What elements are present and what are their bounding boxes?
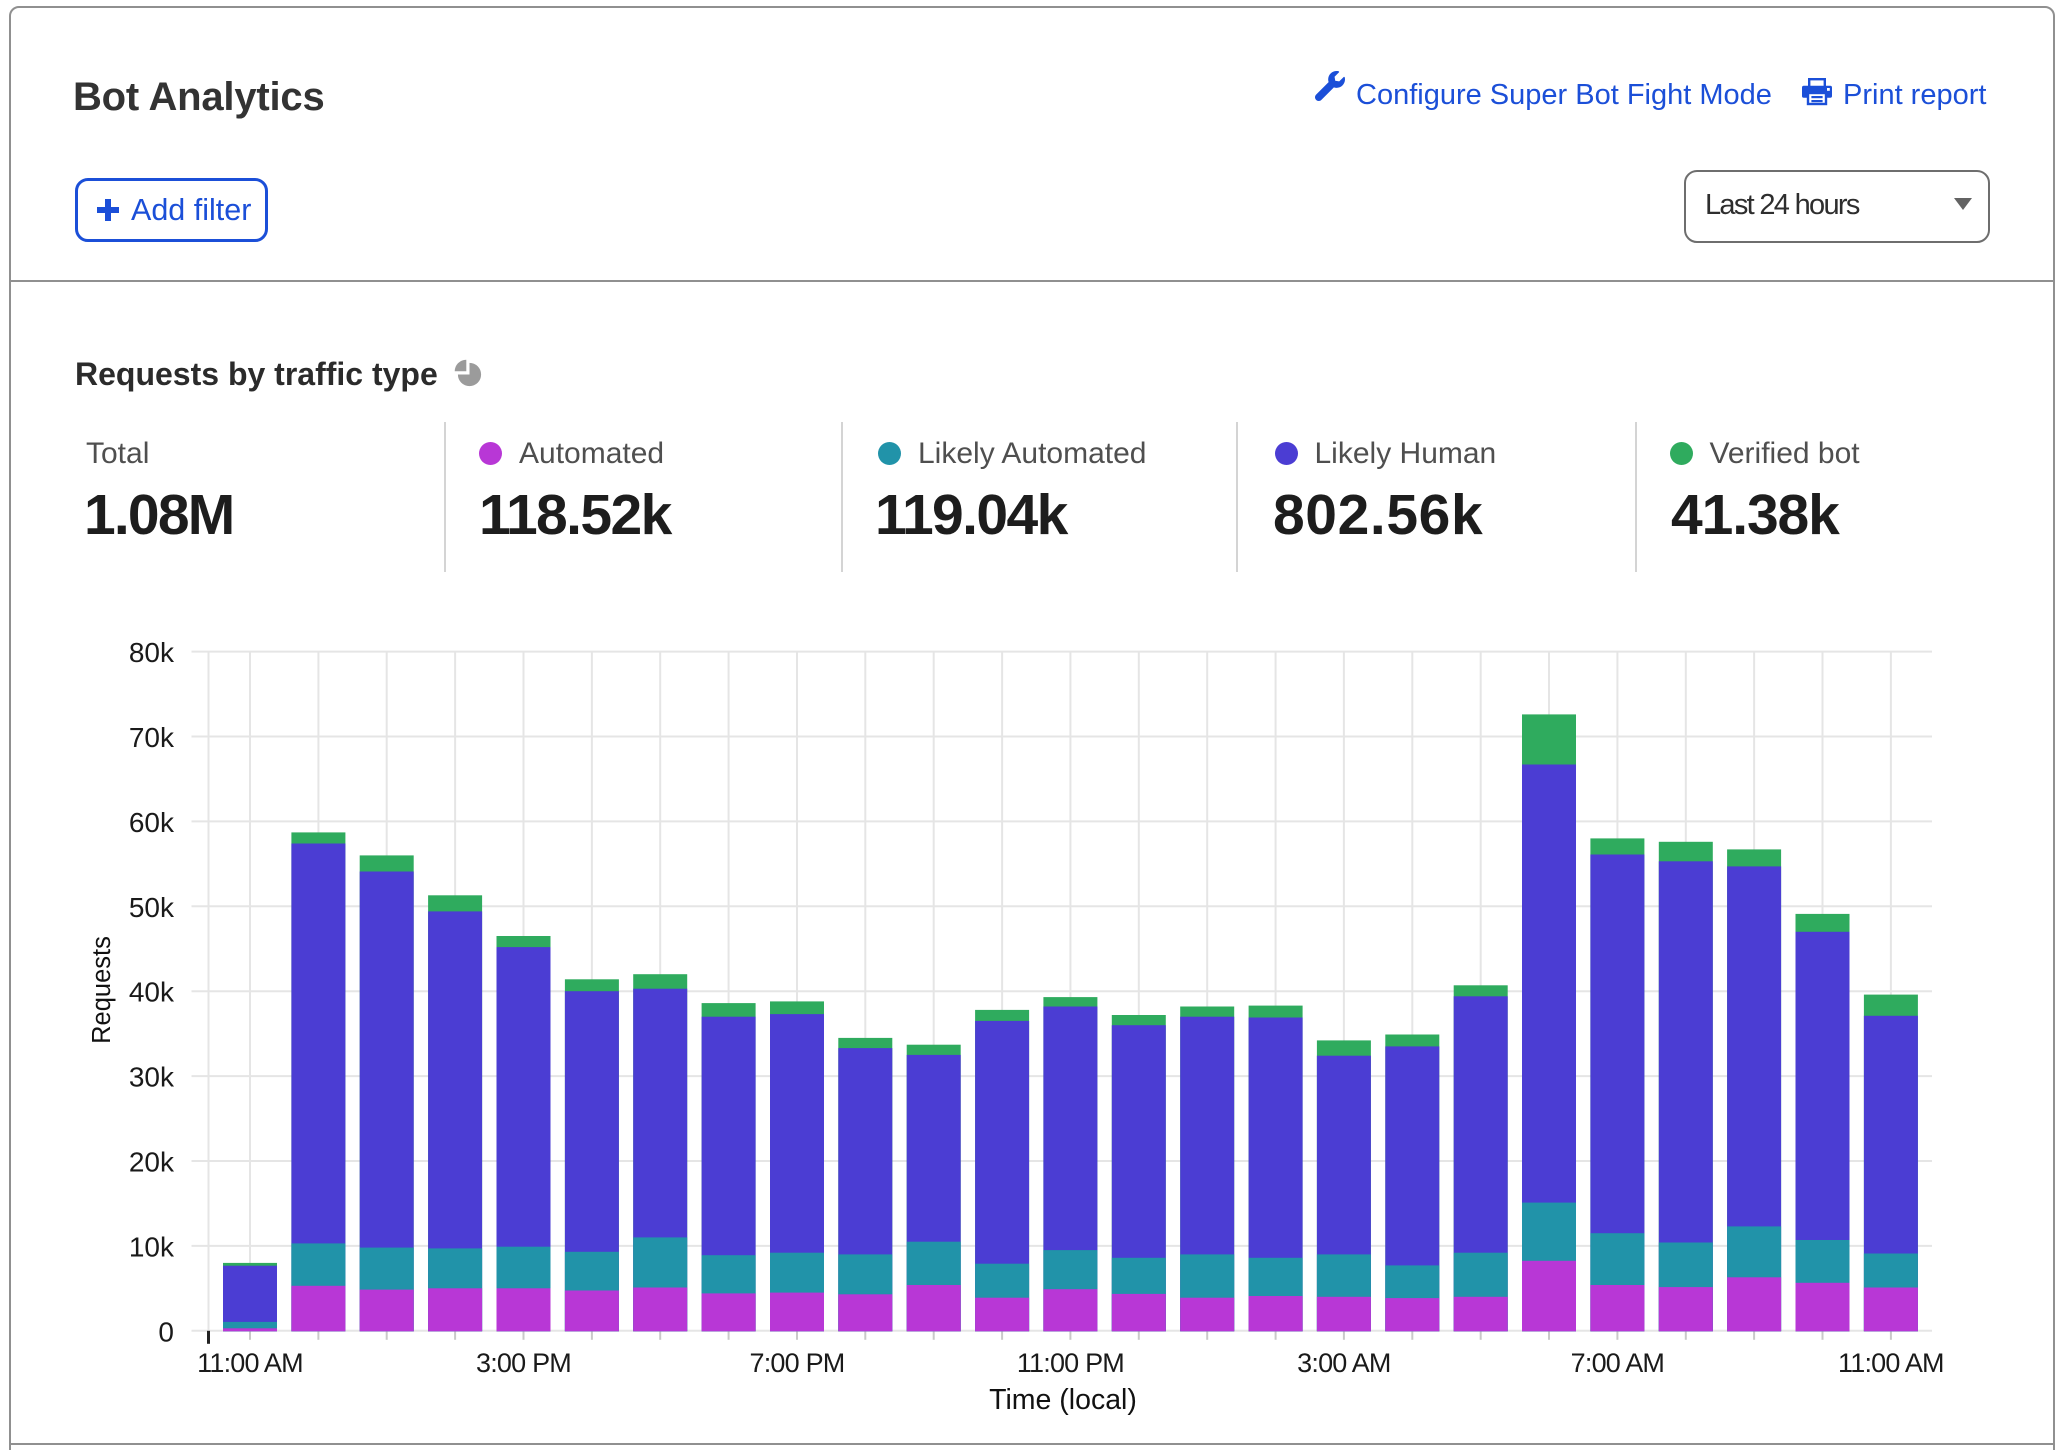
svg-text:Requests: Requests	[88, 936, 116, 1044]
svg-text:3:00 AM: 3:00 AM	[1297, 1348, 1390, 1378]
svg-text:11:00 AM: 11:00 AM	[1838, 1348, 1944, 1378]
svg-text:20k: 20k	[129, 1147, 175, 1178]
svg-text:11:00 PM: 11:00 PM	[1017, 1348, 1124, 1378]
svg-text:3:00 PM: 3:00 PM	[476, 1348, 571, 1378]
svg-text:Time (local): Time (local)	[989, 1384, 1137, 1416]
svg-text:30k: 30k	[129, 1062, 175, 1093]
svg-text:7:00 PM: 7:00 PM	[750, 1348, 845, 1378]
svg-text:7:00 AM: 7:00 AM	[1571, 1348, 1664, 1378]
svg-text:0: 0	[158, 1316, 174, 1347]
svg-text:40k: 40k	[129, 977, 175, 1008]
svg-text:10k: 10k	[129, 1231, 175, 1262]
svg-text:50k: 50k	[129, 892, 175, 923]
svg-text:11:00 AM: 11:00 AM	[197, 1348, 303, 1378]
svg-text:70k: 70k	[129, 722, 175, 753]
svg-text:60k: 60k	[129, 807, 175, 838]
svg-text:80k: 80k	[129, 637, 175, 668]
